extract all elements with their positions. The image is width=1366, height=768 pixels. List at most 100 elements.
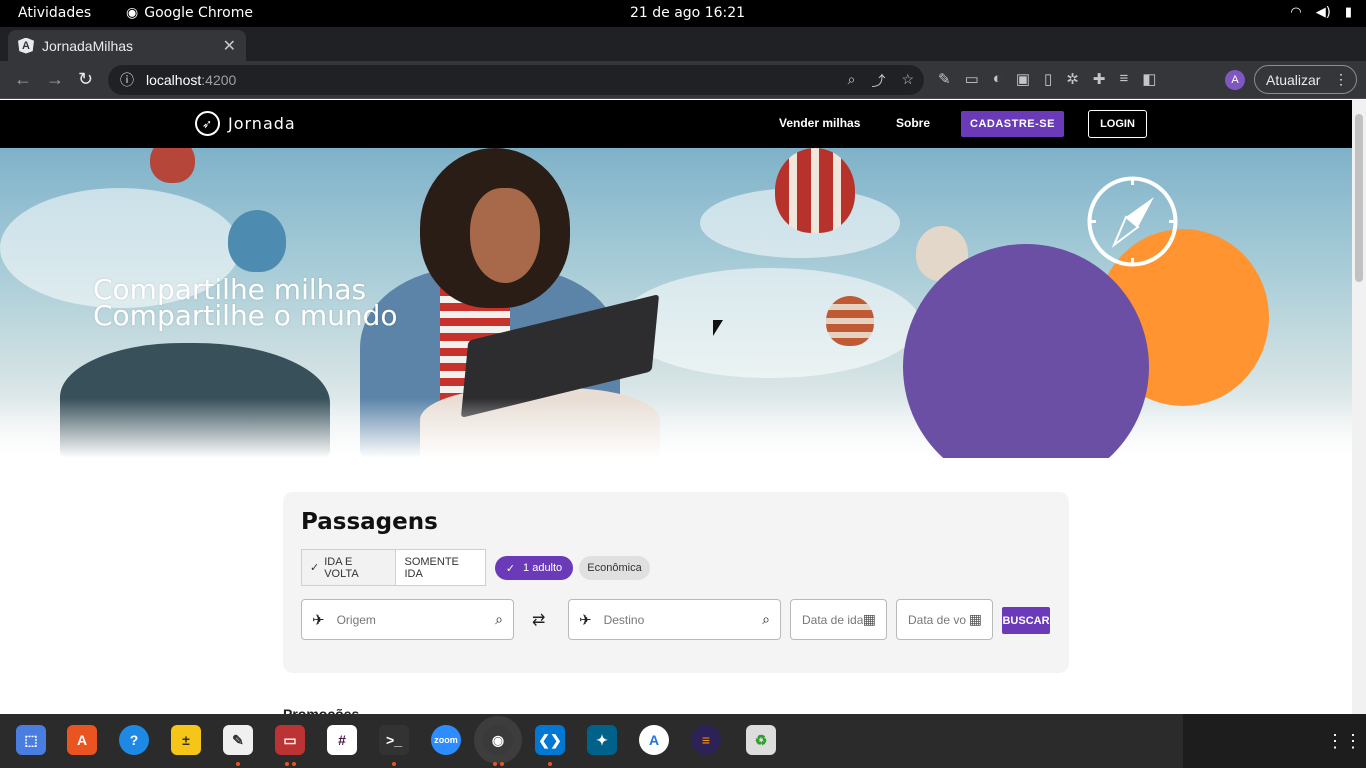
search-button[interactable]: BUSCAR (1002, 607, 1050, 634)
mysql-workbench-icon[interactable]: ✦ (587, 725, 617, 755)
depart-placeholder: Data de ida (802, 612, 863, 627)
passengers-chip[interactable]: ✓ 1 adulto (495, 556, 573, 580)
scrollbar-thumb[interactable] (1355, 114, 1363, 282)
files-icon[interactable]: ▭ (275, 725, 305, 755)
info-icon[interactable]: ⓘ (120, 70, 134, 90)
nav-sell-miles[interactable]: Vender milhas (779, 116, 860, 130)
side-panel-icon[interactable]: ◧ (1142, 70, 1156, 88)
calendar-icon[interactable]: ▦ (863, 611, 876, 628)
site-logo[interactable]: ➶ Jornada (195, 111, 296, 136)
angular-icon: A (18, 37, 34, 54)
origin-placeholder: Origem (336, 612, 376, 627)
dark-extension-icon[interactable]: ◐ (993, 70, 1002, 88)
takeoff-icon: ✈ (312, 611, 325, 629)
balloon-shape (775, 148, 855, 233)
site-header: ➶ Jornada Vender milhas Sobre CADASTRE-S… (0, 100, 1352, 148)
react-extension-icon[interactable]: ✲ (1066, 70, 1079, 88)
balloon-shape (826, 296, 874, 346)
help-icon[interactable]: ? (119, 725, 149, 755)
search-title: Passagens (301, 509, 438, 535)
slack-icon[interactable]: # (327, 725, 357, 755)
bookmark-star-icon[interactable]: ☆ (901, 71, 914, 91)
tab-jornadamilhas[interactable]: A JornadaMilhas ✕ (8, 30, 246, 61)
return-date-field[interactable]: Data de vo ▦ (896, 599, 993, 640)
zoom-app-icon[interactable]: zoom (431, 725, 461, 755)
calendar-icon[interactable]: ▦ (969, 611, 982, 628)
running-indicator (493, 762, 497, 766)
running-indicator (292, 762, 296, 766)
software-center-icon[interactable]: A (67, 725, 97, 755)
tab-title: JornadaMilhas (42, 37, 134, 54)
running-indicator (548, 762, 552, 766)
chrome-dock-icon[interactable]: ◉ (483, 725, 513, 755)
update-button[interactable]: Atualizar ⋮ (1254, 65, 1357, 94)
balloon-shape (228, 210, 286, 272)
page-viewport: ➶ Jornada Vender milhas Sobre CADASTRE-S… (0, 100, 1352, 714)
close-tab-icon[interactable]: ✕ (223, 36, 236, 56)
url-port: :4200 (201, 72, 237, 88)
trip-type-toggle: ✓ IDA E VOLTA SOMENTE IDA (301, 549, 486, 586)
capture-extension-icon[interactable]: ▣ (1016, 70, 1030, 88)
return-placeholder: Data de vo (908, 612, 967, 627)
clock[interactable]: 21 de ago 16:21 (630, 5, 745, 21)
reading-list-icon[interactable]: ≡ (1119, 70, 1128, 88)
system-tray[interactable]: ◠ ◀) ▮ (1290, 5, 1352, 20)
page-scrollbar[interactable] (1352, 100, 1366, 714)
update-label: Atualizar (1266, 71, 1321, 88)
zoom-icon[interactable]: ⌕ (848, 71, 856, 91)
share-icon[interactable]: ⤴ (871, 71, 885, 91)
text-editor-icon[interactable]: ✎ (223, 725, 253, 755)
os-top-bar: Atividades ◉ Google Chrome 21 de ago 16:… (0, 0, 1366, 27)
check-icon: ✓ (505, 562, 516, 575)
vscode-icon[interactable]: ❮❯ (535, 725, 565, 755)
login-button[interactable]: LOGIN (1088, 110, 1147, 138)
destination-placeholder: Destino (603, 612, 645, 627)
calculator-icon[interactable]: ± (171, 725, 201, 755)
forward-icon[interactable]: → (46, 69, 64, 90)
origin-field[interactable]: ✈ Origem ⌕ (301, 599, 514, 640)
app-menu[interactable]: ◉ Google Chrome (126, 5, 253, 21)
volume-icon: ◀) (1315, 5, 1331, 20)
address-bar[interactable]: ⓘ localhost :4200 ⌕ ⤴ ☆ (108, 65, 924, 95)
check-icon: ✓ (310, 562, 320, 574)
eyedropper-extension-icon[interactable]: ✎ (938, 70, 951, 88)
trip-oneway-option[interactable]: SOMENTE IDA (396, 550, 485, 585)
android-studio-icon[interactable]: A (639, 725, 669, 755)
hero-title: Compartilhe milhas Compartilhe o mundo (93, 276, 398, 330)
trash-icon[interactable]: ♻ (746, 725, 776, 755)
activities-button[interactable]: Atividades (18, 5, 91, 21)
show-apps-grid-icon[interactable]: ⋮⋮⋮ (1326, 731, 1366, 752)
search-icon: ⌕ (495, 611, 503, 627)
search-icon: ⌕ (762, 611, 770, 627)
compass-logo-icon: ➶ (195, 111, 220, 136)
hero-fade (0, 398, 1352, 458)
tab-strip: A JornadaMilhas ✕ + ⌄ — ❐ ✕ (0, 27, 1366, 82)
trip-round-option[interactable]: ✓ IDA E VOLTA (302, 550, 397, 585)
nav-about[interactable]: Sobre (896, 116, 930, 130)
wifi-icon: ◠ (1290, 5, 1302, 20)
terminal-icon[interactable]: >_ (379, 725, 409, 755)
depart-date-field[interactable]: Data de ida ▦ (790, 599, 887, 640)
destination-field[interactable]: ✈ Destino ⌕ (568, 599, 781, 640)
screen-extension-icon[interactable]: ▭ (965, 70, 979, 88)
reload-icon[interactable]: ↻ (78, 69, 93, 90)
back-icon[interactable]: ← (14, 69, 32, 90)
hero-banner: Compartilhe milhas Compartilhe o mundo (0, 148, 1352, 458)
extensions-area: ✎ ▭ ◐ ▣ ▯ ✲ ✚ ≡ ◧ (938, 70, 1156, 88)
eclipse-icon[interactable]: ≡ (691, 725, 721, 755)
screenshot-app-icon[interactable]: ⬚ (16, 725, 46, 755)
cabin-chip[interactable]: Econômica (579, 556, 650, 580)
signup-button[interactable]: CADASTRE-SE (961, 111, 1064, 137)
puzzle-extensions-icon[interactable]: ✚ (1093, 70, 1106, 88)
docs-extension-icon[interactable]: ▯ (1044, 70, 1052, 88)
swap-icon[interactable]: ⇄ (532, 610, 545, 630)
url-host: localhost (146, 72, 202, 88)
running-indicator (236, 762, 240, 766)
compass-icon (1087, 176, 1178, 267)
cloud-shape (620, 268, 920, 378)
balloon-shape (150, 148, 195, 183)
app-name: Google Chrome (144, 5, 253, 21)
profile-avatar[interactable]: A (1225, 70, 1245, 90)
person-face-shape (470, 188, 540, 283)
running-indicator (500, 762, 504, 766)
